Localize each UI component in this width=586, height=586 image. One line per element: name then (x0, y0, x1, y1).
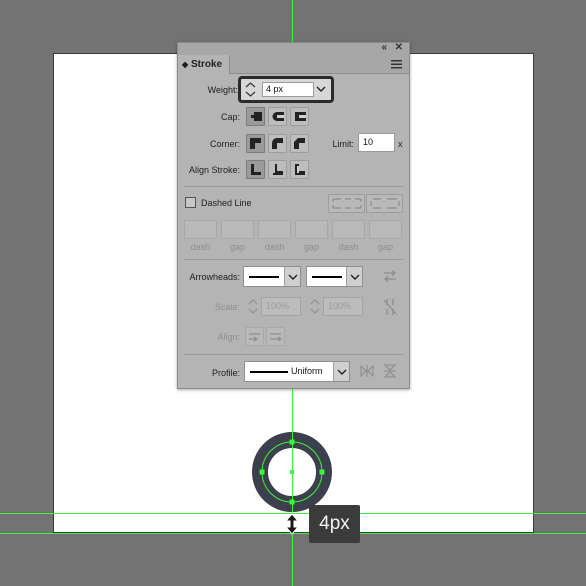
miter-join-button[interactable] (246, 134, 265, 153)
weight-control[interactable]: 4 px (238, 76, 334, 103)
panel-title-bar[interactable]: « ✕ (178, 42, 409, 55)
dash-field-label: dash (190, 242, 211, 252)
align-dash-icon (370, 198, 400, 209)
limit-suffix: x (398, 139, 403, 149)
dropdown-icon (288, 274, 298, 280)
bevel-join-icon (294, 138, 305, 149)
dash-field[interactable] (258, 220, 291, 239)
measurement-tooltip: 4px (309, 505, 360, 543)
gap-field-label: gap (377, 242, 394, 252)
round-join-button[interactable] (268, 134, 287, 153)
align-label: Align: (217, 332, 240, 342)
stroke-panel: « ✕ ◆ Stroke Weight: 4 px Cap: Corner: L… (177, 42, 410, 389)
corner-label: Corner: (209, 139, 240, 149)
align-stroke-label: Align Stroke: (188, 165, 240, 175)
round-join-icon (272, 138, 283, 149)
resize-cursor-icon (284, 513, 300, 535)
dash-field-label: dash (338, 242, 359, 252)
arrowheads-label: Arrowheads: (189, 272, 240, 282)
round-cap-button[interactable] (268, 107, 287, 126)
align-outside-icon (295, 164, 305, 175)
weight-label: Weight: (207, 85, 238, 95)
dashed-line-checkbox[interactable] (185, 197, 196, 208)
close-icon[interactable]: ✕ (395, 42, 403, 53)
flip-profile-icon[interactable] (384, 364, 396, 378)
separator (184, 354, 404, 355)
extend-arrow-button[interactable] (245, 327, 264, 346)
spinner-icon[interactable] (243, 81, 258, 98)
limit-input[interactable]: 10 (358, 133, 395, 152)
align-center-button[interactable] (246, 160, 265, 179)
place-arrow-button[interactable] (266, 327, 285, 346)
separator (184, 259, 404, 260)
gap-field-label: gap (303, 242, 320, 252)
swap-arrows-icon[interactable] (383, 270, 397, 282)
preserve-dash-icon (332, 198, 362, 209)
panel-menu-icon[interactable] (391, 60, 402, 69)
align-dash-button[interactable] (366, 194, 403, 213)
dash-field-label: dash (264, 242, 285, 252)
place-arrow-icon (270, 333, 282, 342)
scale-end-input[interactable]: 100% (323, 297, 363, 316)
scale-start-input[interactable]: 100% (261, 297, 301, 316)
dropdown-icon[interactable] (314, 82, 328, 97)
dropdown-icon (337, 369, 347, 375)
weight-input[interactable]: 4 px (262, 82, 314, 97)
projecting-cap-button[interactable] (290, 107, 309, 126)
profile-value: Uniform (291, 366, 323, 376)
dash-field[interactable] (184, 220, 217, 239)
dash-field[interactable] (332, 220, 365, 239)
tab-stroke[interactable]: ◆ Stroke (178, 55, 230, 74)
link-scale-icon[interactable] (383, 299, 397, 315)
start-arrowhead-select[interactable] (243, 266, 301, 287)
miter-join-icon (250, 138, 261, 149)
round-cap-icon (272, 112, 284, 121)
gap-field[interactable] (295, 220, 328, 239)
align-inside-button[interactable] (268, 160, 287, 179)
collapse-icon[interactable]: « (381, 42, 387, 53)
preserve-dash-button[interactable] (328, 194, 365, 213)
butt-cap-icon (251, 112, 262, 121)
extend-arrow-icon (249, 333, 260, 342)
gap-field[interactable] (221, 220, 254, 239)
panel-tab-bar: ◆ Stroke (178, 55, 409, 74)
gap-field[interactable] (369, 220, 402, 239)
projecting-cap-icon (295, 112, 306, 121)
tab-label: Stroke (190, 59, 223, 70)
butt-cap-button[interactable] (246, 107, 265, 126)
align-center-icon (251, 164, 261, 175)
separator (184, 186, 404, 187)
align-outside-button[interactable] (290, 160, 309, 179)
scale-label: Scale: (214, 302, 240, 312)
bevel-join-button[interactable] (290, 134, 309, 153)
end-arrowhead-select[interactable] (306, 266, 363, 287)
spinner-icon[interactable] (247, 297, 259, 316)
spinner-icon[interactable] (309, 297, 321, 316)
limit-label: Limit: (332, 139, 354, 149)
profile-label: Profile: (211, 368, 240, 378)
flip-along-icon[interactable] (360, 365, 374, 377)
cap-label: Cap: (220, 112, 240, 122)
dropdown-icon (350, 274, 360, 280)
gap-field-label: gap (229, 242, 246, 252)
profile-select[interactable]: Uniform (244, 361, 350, 382)
dashed-line-label: Dashed Line (201, 198, 252, 208)
align-inside-icon (273, 164, 283, 175)
